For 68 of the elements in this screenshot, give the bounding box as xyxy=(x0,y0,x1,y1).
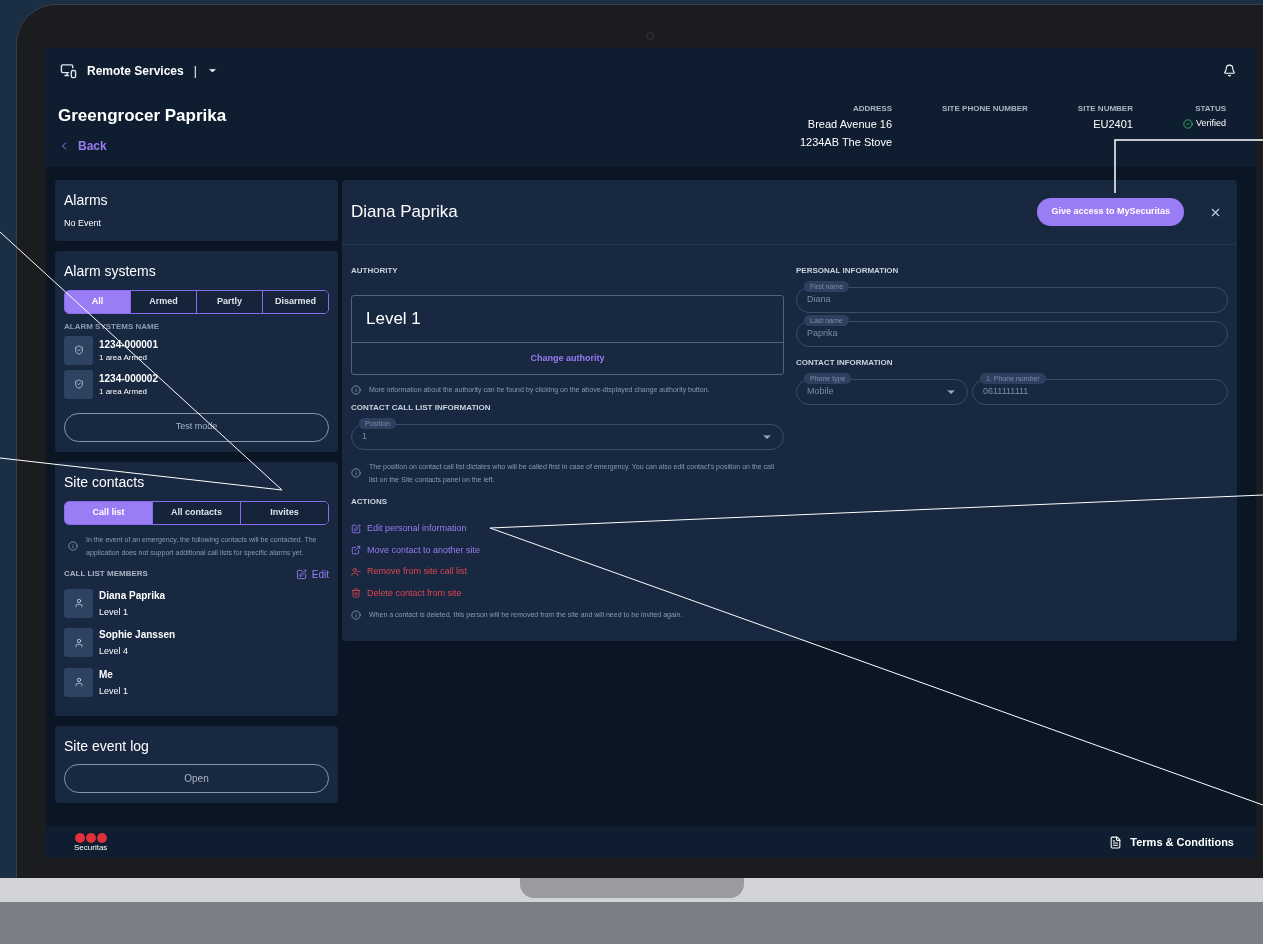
info-icon xyxy=(351,384,361,395)
give-access-button[interactable]: Give access to MySecuritas xyxy=(1037,198,1184,226)
info-label: STATUS xyxy=(1195,103,1226,115)
brand-name: Securitas xyxy=(74,842,108,852)
contact-name: Diana Paprika xyxy=(351,201,459,224)
info-icon xyxy=(68,540,78,551)
info-value: EU2401 xyxy=(1093,117,1133,132)
info-label: SITE PHONE NUMBER xyxy=(942,103,1028,115)
member-level: Level 1 xyxy=(99,605,130,619)
info-label: SITE NUMBER xyxy=(1077,103,1133,115)
filter-tab[interactable]: All xyxy=(65,290,130,313)
shield-icon xyxy=(64,369,93,399)
section-heading: CONTACT INFORMATION xyxy=(796,357,894,369)
info-value: 1234AB The Stove xyxy=(799,135,893,150)
trash-icon xyxy=(351,588,361,599)
member-level: Level 1 xyxy=(99,684,129,698)
edit-icon xyxy=(351,523,361,534)
member-level: Level 4 xyxy=(99,645,130,658)
info-icon xyxy=(351,609,361,620)
card-title: Site event log xyxy=(64,737,150,756)
action-link[interactable]: Edit personal information xyxy=(351,522,784,536)
info-label: ADDRESS xyxy=(852,103,893,115)
section-heading: CONTACT CALL LIST INFORMATION xyxy=(351,402,492,414)
brand-logo-icon xyxy=(74,832,107,843)
terms-link[interactable]: Terms & Conditions xyxy=(1109,833,1234,851)
filter-tab[interactable]: All contacts xyxy=(152,501,240,524)
shield-icon xyxy=(64,335,93,365)
section-heading: ACTIONS xyxy=(351,496,388,508)
user-minus-icon xyxy=(351,566,361,577)
external-link-icon xyxy=(351,545,361,556)
app-name: Remote Services xyxy=(87,62,184,80)
avatar-icon xyxy=(64,667,93,697)
filter-tab[interactable]: Disarmed xyxy=(262,290,328,313)
authority-level: Level 1 xyxy=(352,296,783,343)
filter-tab[interactable]: Invites xyxy=(240,501,328,524)
card-title: Alarms xyxy=(64,191,109,210)
action-link[interactable]: Delete contact from site xyxy=(351,586,784,600)
back-link[interactable]: Back xyxy=(58,136,227,155)
verified-icon xyxy=(1182,118,1193,129)
alarm-system-status: 1 area Armed xyxy=(99,385,149,398)
member-name: Sophie Janssen xyxy=(99,628,176,642)
section-heading: AUTHORITY xyxy=(351,265,399,277)
section-heading: PERSONAL INFORMATION xyxy=(796,265,900,277)
action-link[interactable]: Remove from site call list xyxy=(351,565,784,579)
card-title: Site contacts xyxy=(64,472,146,492)
change-authority-button[interactable]: Change authority xyxy=(352,343,783,374)
card-title: Alarm systems xyxy=(64,261,157,281)
member-name: Me xyxy=(99,667,114,682)
avatar-icon xyxy=(64,628,93,658)
info-icon xyxy=(351,468,361,478)
edit-button[interactable]: Edit xyxy=(295,566,329,582)
filter-tab[interactable]: Call list xyxy=(65,501,152,524)
alarms-status: No Event xyxy=(64,217,103,230)
document-icon xyxy=(1109,835,1123,849)
avatar-icon xyxy=(64,588,93,618)
member-name: Diana Paprika xyxy=(99,588,166,603)
alarm-system-name: 1234-000002 xyxy=(99,371,158,386)
edit-icon xyxy=(295,568,307,580)
site-title: Greengrocer Paprika xyxy=(58,105,227,127)
list-heading: CALL LIST MEMBERS xyxy=(64,568,148,580)
status-text: Verified xyxy=(1195,117,1226,130)
info-value: Bread Avenue 16 xyxy=(807,117,893,132)
separator-text: | xyxy=(193,62,197,80)
filter-tab[interactable]: Partly xyxy=(196,290,262,313)
action-link[interactable]: Move contact to another site xyxy=(351,543,784,557)
notification-bell-icon[interactable] xyxy=(1223,64,1236,77)
filter-tab[interactable]: Armed xyxy=(130,290,196,313)
remote-services-icon xyxy=(60,62,77,79)
